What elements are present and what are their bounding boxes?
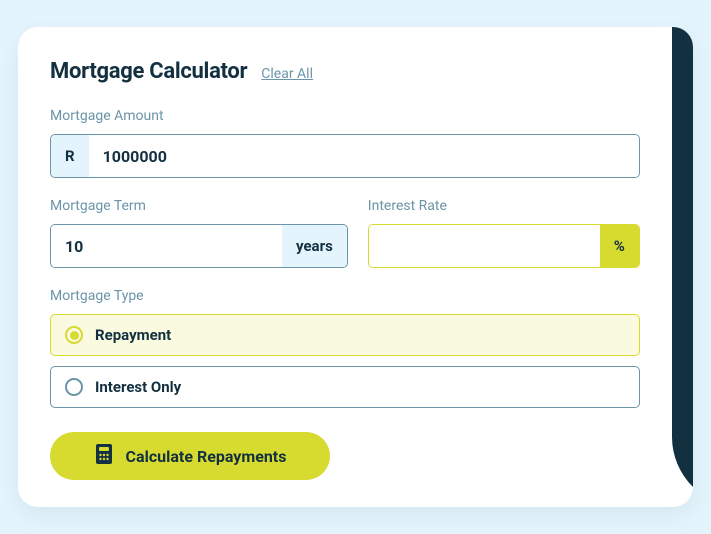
type-label: Mortgage Type: [50, 288, 640, 304]
radio-circle-icon: [65, 326, 83, 344]
calculator-icon: [94, 443, 114, 469]
radio-interest-only[interactable]: Interest Only: [50, 366, 640, 408]
amount-input-group: R: [50, 134, 640, 178]
page-title: Mortgage Calculator: [50, 59, 247, 84]
type-radio-group: Repayment Interest Only: [50, 314, 640, 408]
amount-field: Mortgage Amount R: [50, 108, 640, 178]
calculate-button[interactable]: Calculate Repayments: [50, 432, 330, 480]
rate-field: Interest Rate %: [368, 198, 640, 268]
clear-all-link[interactable]: Clear All: [261, 66, 313, 82]
radio-interest-only-label: Interest Only: [95, 378, 181, 396]
term-input-group: years: [50, 224, 348, 268]
radio-repayment[interactable]: Repayment: [50, 314, 640, 356]
rate-input-group: %: [368, 224, 640, 268]
radio-repayment-label: Repayment: [95, 326, 171, 344]
rate-label: Interest Rate: [368, 198, 640, 214]
rate-input[interactable]: [369, 225, 600, 267]
amount-label: Mortgage Amount: [50, 108, 640, 124]
calculate-button-label: Calculate Repayments: [126, 447, 287, 466]
term-label: Mortgage Term: [50, 198, 348, 214]
currency-prefix: R: [51, 135, 89, 177]
type-field: Mortgage Type Repayment Interest Only: [50, 288, 640, 408]
amount-input[interactable]: [89, 135, 639, 177]
term-suffix: years: [282, 225, 347, 267]
radio-circle-icon: [65, 378, 83, 396]
term-input[interactable]: [51, 225, 282, 267]
results-panel: $ $ $ $: [672, 27, 693, 507]
header: Mortgage Calculator Clear All: [50, 59, 640, 84]
form-panel: Mortgage Calculator Clear All Mortgage A…: [18, 27, 672, 507]
calculator-card: Mortgage Calculator Clear All Mortgage A…: [18, 27, 693, 507]
rate-suffix: %: [600, 225, 639, 267]
term-field: Mortgage Term years: [50, 198, 348, 268]
